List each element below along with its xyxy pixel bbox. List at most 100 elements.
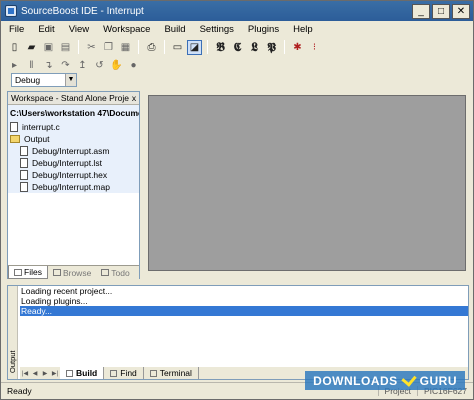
save-all-icon[interactable]: ▤: [58, 40, 73, 55]
tree-file[interactable]: Debug/Interrupt.hex: [8, 169, 139, 181]
tab-find[interactable]: Find: [104, 367, 144, 379]
todo-icon: [101, 269, 110, 276]
tree-item-label: Debug/Interrupt.asm: [32, 146, 110, 156]
menu-view[interactable]: View: [67, 23, 91, 36]
tree-folder[interactable]: Output: [8, 133, 139, 145]
tree-item-label: Debug/Interrupt.lst: [32, 158, 102, 168]
watermark-right: GURU: [419, 373, 457, 388]
toolbar-separator: [284, 40, 285, 54]
find-icon: [110, 369, 118, 377]
output-line: Loading recent project...: [21, 286, 113, 296]
watermark-logo: DOWNLOADS GURU: [305, 371, 465, 390]
print-icon[interactable]: ⎙: [144, 40, 159, 55]
menu-help[interactable]: Help: [291, 23, 315, 36]
tab-first-icon[interactable]: |◀: [20, 370, 30, 377]
output-line: Ready...: [20, 306, 468, 316]
copy-icon[interactable]: ❐: [101, 40, 116, 55]
app-window: SourceBoost IDE - Interrupt _ □ ✕ File E…: [0, 0, 474, 400]
menu-build[interactable]: Build: [162, 23, 187, 36]
close-icon[interactable]: x: [129, 92, 139, 104]
open-folder-icon[interactable]: ▰: [24, 40, 39, 55]
options-icon[interactable]: ⁝: [307, 40, 322, 55]
tree-file[interactable]: Debug/Interrupt.map: [8, 181, 139, 193]
cut-icon[interactable]: ✂: [84, 40, 99, 55]
workspace-panel-title: Workspace - Stand Alone Project x: [8, 92, 139, 105]
file-icon: [20, 158, 28, 168]
output-log: Loading recent project... Loading plugins…: [20, 286, 468, 316]
tab-browse[interactable]: Browse: [48, 266, 96, 279]
paste-icon[interactable]: ▦: [118, 40, 133, 55]
tab-last-icon[interactable]: ▶|: [50, 370, 60, 377]
build-icon: [66, 369, 73, 377]
menu-file[interactable]: File: [7, 23, 26, 36]
folder-icon: [10, 135, 20, 143]
tab-next-icon[interactable]: ▶: [40, 370, 50, 377]
file-icon: [20, 146, 28, 156]
toolbar-separator: [164, 40, 165, 54]
close-button[interactable]: ✕: [452, 3, 470, 19]
step-out-icon[interactable]: ↥: [75, 58, 90, 73]
configuration-value: Debug: [15, 75, 41, 85]
tab-build[interactable]: Build: [60, 367, 105, 379]
hand-icon[interactable]: ✋: [109, 58, 124, 73]
tab-prev-icon[interactable]: ◀: [30, 370, 40, 377]
step-into-icon[interactable]: ↴: [41, 58, 56, 73]
output-line: Loading plugins...: [21, 296, 88, 306]
browse-icon: [52, 269, 61, 276]
tab-files-label: Files: [24, 267, 42, 277]
files-icon: [14, 268, 22, 276]
menu-plugins[interactable]: Plugins: [246, 23, 281, 36]
tree-item-label: Debug/Interrupt.map: [32, 182, 110, 192]
toolbar-separator: [78, 40, 79, 54]
step-over-icon[interactable]: ↷: [58, 58, 73, 73]
c-compiler-icon[interactable]: 𝕮: [230, 40, 245, 55]
tab-files[interactable]: Files: [8, 266, 48, 279]
maximize-button[interactable]: □: [432, 3, 450, 19]
file-icon: [20, 170, 28, 180]
file-icon: [20, 182, 28, 192]
new-file-icon[interactable]: ▯: [7, 40, 22, 55]
l-compiler-icon[interactable]: 𝕷: [247, 40, 262, 55]
window-title: SourceBoost IDE - Interrupt: [21, 5, 144, 17]
output-side-label: Output: [8, 286, 18, 379]
file-icon: [10, 122, 18, 132]
b-compiler-icon[interactable]: 𝕭: [213, 40, 228, 55]
terminal-icon: [149, 369, 157, 377]
watermark-left: DOWNLOADS: [313, 373, 398, 388]
tab-todo-label: Todo: [111, 267, 130, 278]
debug-bug-icon[interactable]: ✱: [290, 40, 305, 55]
tab-terminal[interactable]: Terminal: [144, 367, 199, 379]
check-icon: [400, 371, 417, 387]
minimize-button[interactable]: _: [412, 3, 430, 19]
window-selected-icon[interactable]: ◪: [187, 39, 202, 55]
menu-edit[interactable]: Edit: [36, 23, 56, 36]
breakpoint-icon[interactable]: ●: [126, 58, 141, 73]
tree-file[interactable]: Debug/Interrupt.asm: [8, 145, 139, 157]
configuration-select[interactable]: Debug ▼: [11, 73, 77, 87]
tree-item-label: Output: [24, 134, 50, 144]
workspace-tabs: Files Browse Todo: [8, 265, 139, 279]
save-icon[interactable]: ▣: [41, 40, 56, 55]
title-bar: SourceBoost IDE - Interrupt _ □ ✕: [1, 1, 473, 21]
menu-settings[interactable]: Settings: [198, 23, 236, 36]
tab-todo[interactable]: Todo: [96, 266, 134, 279]
workspace-title: Workspace - Stand Alone Project: [11, 93, 129, 103]
tree-file[interactable]: interrupt.c: [8, 121, 139, 133]
tree-root-path[interactable]: C:\Users\workstation 47\Documen: [8, 105, 139, 121]
reset-icon[interactable]: ↺: [92, 58, 107, 73]
tree-file[interactable]: Debug/Interrupt.lst: [8, 157, 139, 169]
toolbar-separator: [138, 40, 139, 54]
editor-area[interactable]: [148, 95, 466, 271]
tab-browse-label: Browse: [62, 267, 92, 278]
main-toolbar: ▯ ▰ ▣ ▤ ✂ ❐ ▦ ⎙ ▭ ◪ 𝕭 𝕮 𝕷 𝕻 ✱ ⁝: [7, 38, 322, 56]
chevron-down-icon[interactable]: ▼: [65, 74, 76, 86]
run-icon[interactable]: ▸: [7, 58, 22, 73]
workspace-panel: Workspace - Stand Alone Project x C:\Use…: [7, 91, 140, 279]
tree-item-label: Debug/Interrupt.hex: [32, 170, 108, 180]
pause-icon[interactable]: ‖: [24, 58, 39, 73]
p-compiler-icon[interactable]: 𝕻: [264, 40, 279, 55]
app-icon: [5, 5, 17, 17]
file-tree: C:\Users\workstation 47\Documen interrup…: [8, 105, 139, 255]
menu-workspace[interactable]: Workspace: [101, 23, 152, 36]
window-icon[interactable]: ▭: [170, 40, 185, 55]
